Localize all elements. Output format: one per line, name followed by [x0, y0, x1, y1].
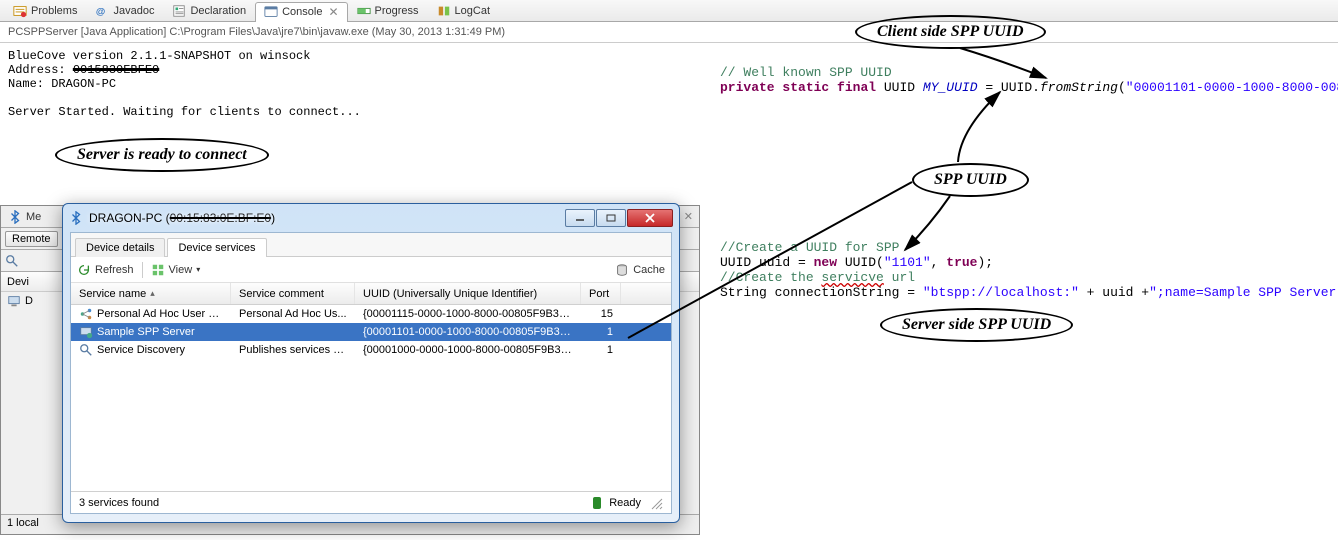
tab-label: LogCat — [455, 5, 490, 17]
tab-me[interactable]: Me — [1, 207, 50, 227]
declaration-icon — [172, 4, 186, 18]
console-icon — [264, 5, 278, 19]
callout-server-uuid: Server side SPP UUID — [880, 308, 1073, 342]
view-menu[interactable]: View ▾ — [151, 263, 201, 277]
col-uuid[interactable]: UUID (Universally Unique Identifier) — [355, 283, 581, 304]
tab-device-details[interactable]: Device details — [75, 238, 165, 257]
tab-label: Problems — [31, 5, 77, 17]
minimize-button[interactable] — [565, 209, 595, 227]
close-icon[interactable]: ✕ — [328, 5, 338, 19]
table-row[interactable]: Service Discovery Publishes services to.… — [71, 341, 671, 359]
database-icon — [615, 263, 629, 277]
cache-button[interactable]: Cache — [615, 263, 665, 277]
callout-spp-uuid: SPP UUID — [912, 163, 1029, 197]
tab-declaration[interactable]: Declaration — [163, 1, 255, 21]
tab-label: Javadoc — [113, 5, 154, 17]
dialog-titlebar[interactable]: DRAGON-PC (00:15:83:0E:BF:E0) — [63, 204, 679, 232]
services-table: Service name Service comment UUID (Unive… — [71, 283, 671, 491]
refresh-icon — [77, 263, 91, 277]
problems-icon — [13, 4, 27, 18]
status-ready: Ready — [609, 497, 641, 509]
col-port[interactable]: Port — [581, 283, 621, 304]
tab-progress[interactable]: Progress — [348, 1, 428, 21]
bluetooth-icon — [8, 210, 22, 224]
close-button[interactable] — [627, 209, 673, 227]
dialog-title: DRAGON-PC (00:15:83:0E:BF:E0) — [89, 211, 275, 225]
col-service-name[interactable]: Service name — [71, 283, 231, 304]
console-header: PCSPPServer [Java Application] C:\Progra… — [0, 22, 1338, 43]
tab-console[interactable]: Console ✕ — [255, 2, 347, 22]
service-icon — [79, 307, 93, 321]
service-icon — [79, 343, 93, 357]
service-icon — [79, 325, 93, 339]
remote-button[interactable]: Remote — [5, 231, 58, 247]
col-service-comment[interactable]: Service comment — [231, 283, 355, 304]
view-icon — [151, 263, 165, 277]
computer-icon — [7, 294, 21, 308]
device-services-dialog: DRAGON-PC (00:15:83:0E:BF:E0) Device det… — [62, 203, 680, 523]
table-row[interactable]: Personal Ad Hoc User Ser... Personal Ad … — [71, 305, 671, 323]
callout-server-ready: Server is ready to connect — [55, 138, 269, 172]
search-icon — [5, 254, 19, 268]
tab-logcat[interactable]: LogCat — [428, 1, 499, 21]
dialog-tabs: Device details Device services — [71, 233, 671, 257]
callout-client-uuid: Client side SPP UUID — [855, 15, 1046, 49]
dialog-statusbar: 3 services found Ready — [71, 491, 671, 513]
tab-problems[interactable]: Problems — [4, 1, 86, 21]
resize-grip-icon[interactable] — [649, 496, 663, 510]
eclipse-tab-bar: Problems @ Javadoc Declaration Console ✕… — [0, 0, 1338, 22]
dialog-toolbar: Refresh View ▾ Cache — [71, 257, 671, 283]
code-server-uuid: //Create a UUID for SPP UUID uuid = new … — [720, 240, 1338, 300]
status-led-icon — [593, 497, 601, 509]
tab-label: Progress — [375, 5, 419, 17]
svg-text:@: @ — [96, 7, 105, 18]
tab-label: Declaration — [190, 5, 246, 17]
close-icon[interactable]: ✕ — [684, 210, 699, 223]
logcat-icon — [437, 4, 451, 18]
tab-device-services[interactable]: Device services — [167, 238, 266, 257]
refresh-button[interactable]: Refresh — [77, 263, 134, 277]
code-client-uuid: // Well known SPP UUID private static fi… — [720, 65, 1338, 95]
maximize-button[interactable] — [596, 209, 626, 227]
javadoc-icon: @ — [95, 4, 109, 18]
chevron-down-icon: ▾ — [196, 265, 200, 274]
tab-label: Console — [282, 6, 322, 18]
table-row[interactable]: Sample SPP Server {00001101-0000-1000-80… — [71, 323, 671, 341]
bluetooth-icon — [69, 211, 83, 225]
progress-icon — [357, 4, 371, 18]
status-count: 3 services found — [79, 497, 159, 509]
tab-javadoc[interactable]: @ Javadoc — [86, 1, 163, 21]
